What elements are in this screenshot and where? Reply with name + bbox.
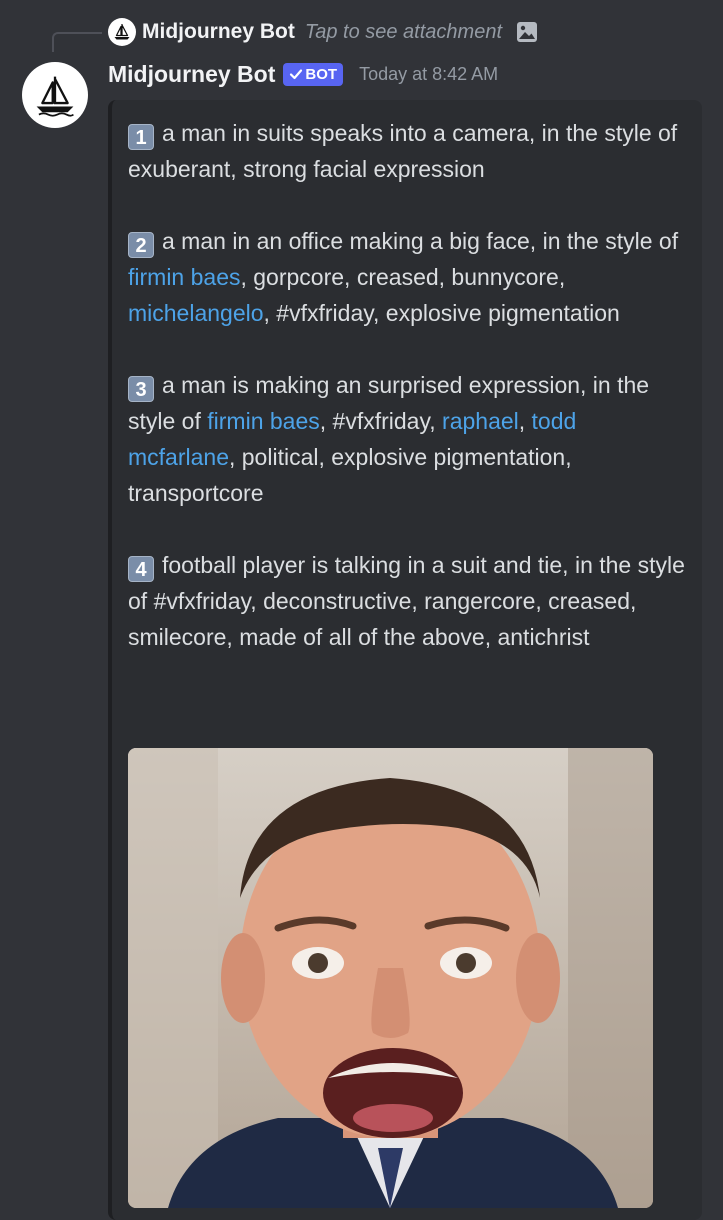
- prompt-list: 1a man in suits speaks into a camera, in…: [128, 115, 688, 655]
- prompt-text: , #vfxfriday, explosive pigmentation: [263, 300, 620, 326]
- number-1-icon: 1: [128, 124, 154, 150]
- message-header: Midjourney Bot BOT Today at 8:42 AM: [108, 58, 498, 90]
- reply-attachment-text[interactable]: Tap to see attachment: [305, 21, 502, 44]
- artist-link[interactable]: raphael: [442, 408, 519, 434]
- artist-link[interactable]: firmin baes: [207, 408, 319, 434]
- prompt-text: football player is talking in a suit and…: [128, 552, 685, 650]
- artist-link[interactable]: firmin baes: [128, 264, 240, 290]
- portrait-illustration: [128, 748, 653, 1208]
- prompt-text: , gorpcore, creased, bunnycore,: [240, 264, 566, 290]
- prompt-text: ,: [518, 408, 532, 434]
- reply-username[interactable]: Midjourney Bot: [142, 20, 295, 44]
- bot-tag: BOT: [283, 62, 344, 86]
- message-embed: 1a man in suits speaks into a camera, in…: [108, 100, 702, 1220]
- image-icon: [516, 21, 538, 43]
- number-2-icon: 2: [128, 232, 154, 258]
- attachment-image[interactable]: [128, 748, 653, 1208]
- username[interactable]: Midjourney Bot: [108, 61, 275, 88]
- prompt-2: 2 a man in an office making a big face, i…: [128, 223, 688, 331]
- checkmark-icon: [290, 69, 303, 80]
- prompt-text: a man in an office making a big face, in…: [162, 228, 679, 254]
- prompt-text: a man in suits speaks into a camera, in …: [128, 120, 678, 182]
- timestamp: Today at 8:42 AM: [359, 63, 499, 84]
- reply-connector: [52, 32, 102, 52]
- prompt-text: , #vfxfriday,: [319, 408, 443, 434]
- reply-avatar[interactable]: [108, 18, 136, 46]
- number-3-icon: 3: [128, 376, 154, 402]
- avatar[interactable]: [22, 62, 88, 128]
- sailboat-icon: [114, 24, 130, 40]
- prompt-4: 4 football player is talking in a suit an…: [128, 547, 688, 655]
- sailboat-icon: [36, 76, 75, 117]
- number-4-icon: 4: [128, 556, 154, 582]
- reply-preview[interactable]: Midjourney Bot Tap to see attachment: [108, 16, 538, 48]
- artist-link[interactable]: michelangelo: [128, 300, 264, 326]
- bot-tag-label: BOT: [305, 65, 338, 83]
- prompt-1: 1a man in suits speaks into a camera, in…: [128, 115, 688, 187]
- prompt-3: 3a man is making an surprised expression…: [128, 367, 688, 511]
